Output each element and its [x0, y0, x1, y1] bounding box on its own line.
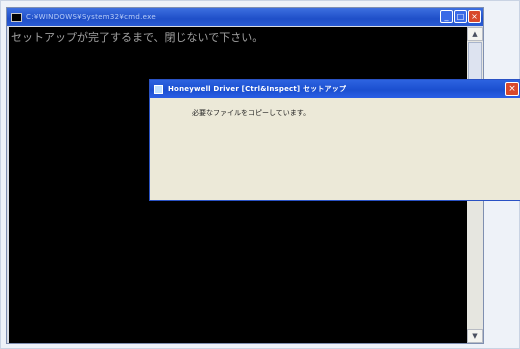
scroll-thumb[interactable] [468, 42, 482, 84]
scroll-down-button[interactable]: ▼ [467, 329, 483, 343]
console-window-controls: _ □ × [440, 10, 481, 23]
console-icon [11, 12, 22, 22]
setup-dialog-body: 必要なファイルをコピーしています。 [150, 98, 520, 200]
console-title: C:¥WINDOWS¥System32¥cmd.exe [26, 13, 156, 21]
status-message: 必要なファイルをコピーしています。 [192, 109, 311, 117]
console-output-line: セットアップが完了するまで、閉じないで下さい。 [11, 31, 264, 44]
setup-dialog-title: Honeywell Driver [Ctrl&Inspect] セットアップ [168, 85, 347, 93]
setup-app-icon [154, 84, 163, 94]
setup-dialog-titlebar[interactable]: Honeywell Driver [Ctrl&Inspect] セットアップ × [150, 80, 520, 98]
setup-dialog: Honeywell Driver [Ctrl&Inspect] セットアップ ×… [149, 79, 520, 201]
console-titlebar[interactable]: C:¥WINDOWS¥System32¥cmd.exe _ □ × [7, 8, 483, 26]
maximize-button[interactable]: □ [454, 10, 467, 23]
screen: C:¥WINDOWS¥System32¥cmd.exe _ □ × セットアップ… [0, 0, 520, 349]
dialog-close-button[interactable]: × [505, 82, 519, 96]
minimize-button[interactable]: _ [440, 10, 453, 23]
scroll-up-button[interactable]: ▲ [467, 27, 483, 41]
console-close-button[interactable]: × [468, 10, 481, 23]
